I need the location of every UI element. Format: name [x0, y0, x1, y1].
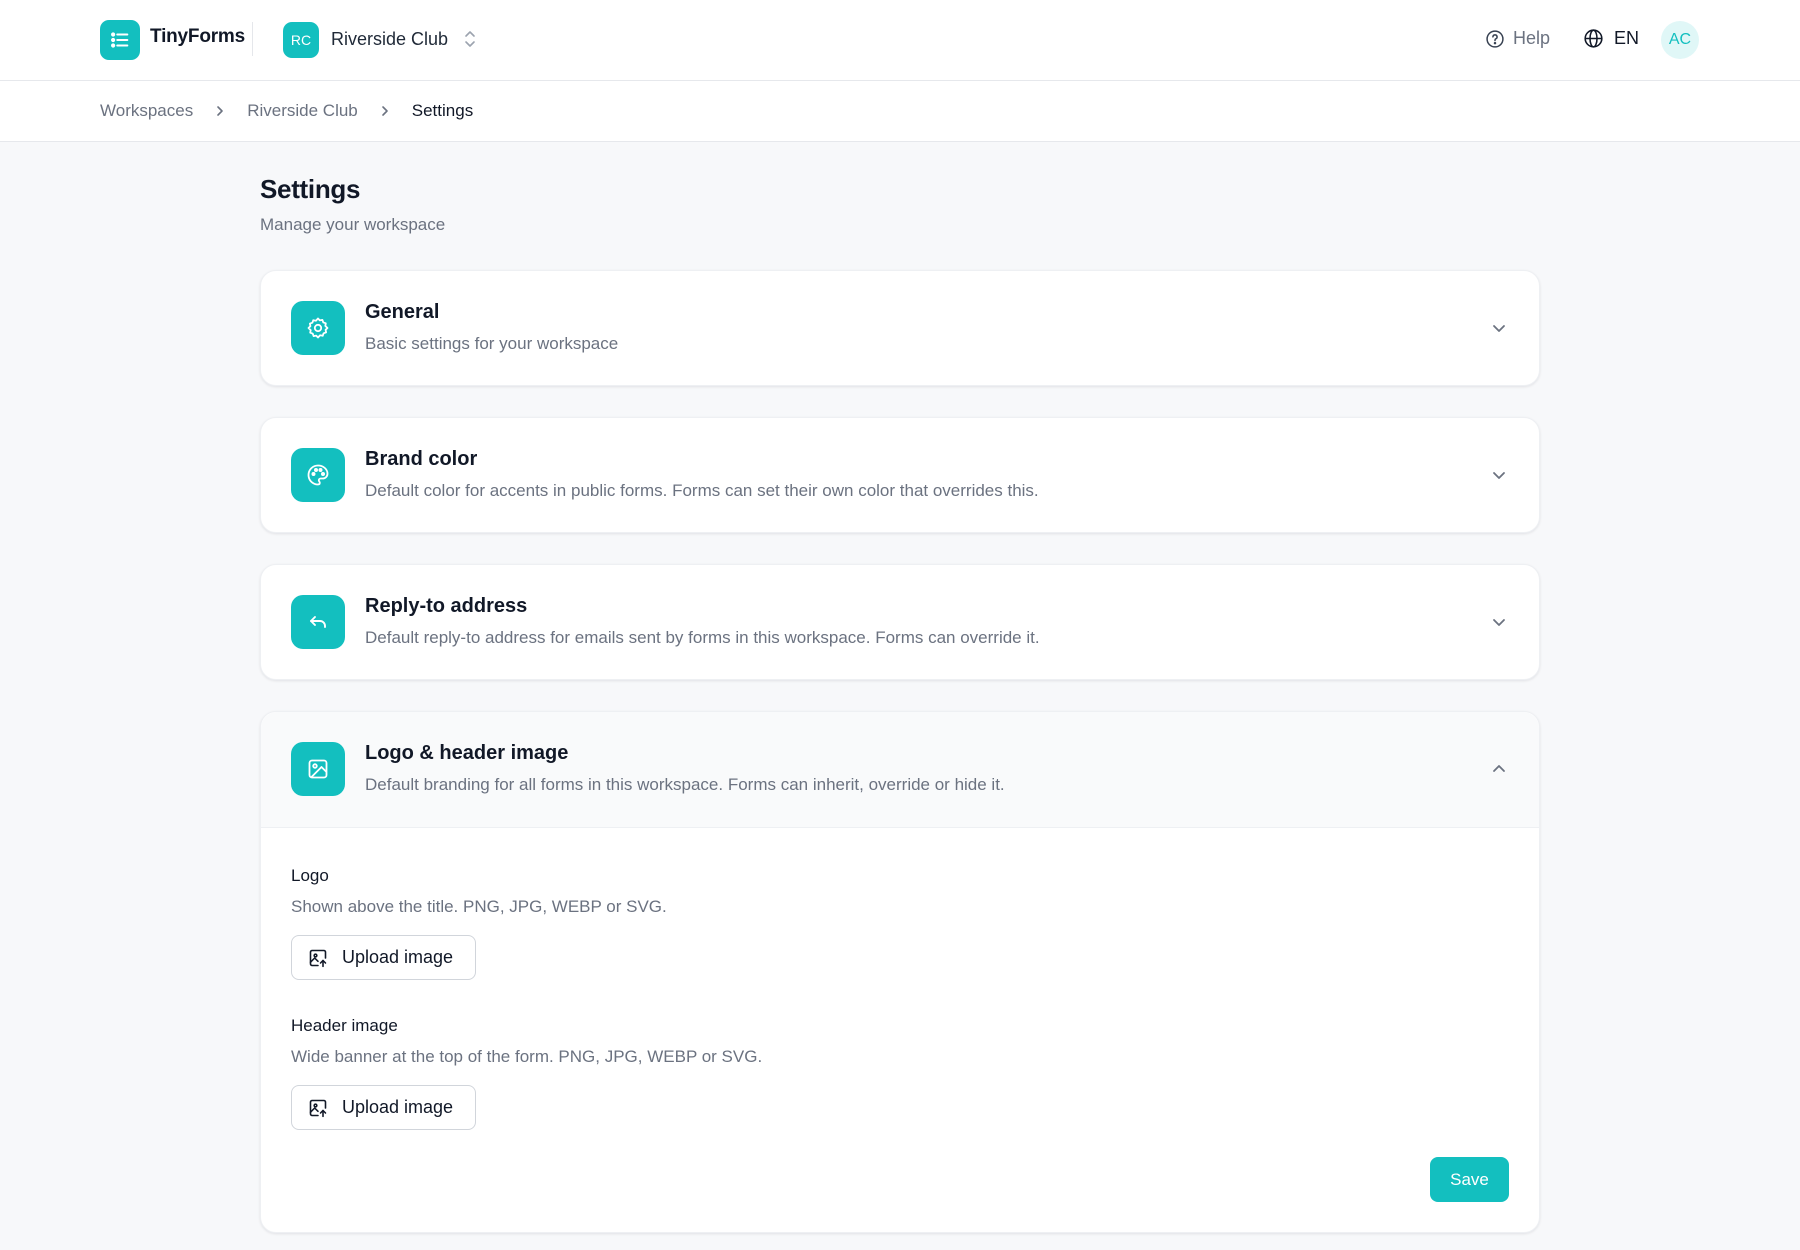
breadcrumb-bar: Workspaces Riverside Club Settings [0, 81, 1800, 142]
save-button[interactable]: Save [1430, 1157, 1509, 1202]
section-brand-color-header[interactable]: Brand color Default color for accents in… [261, 418, 1539, 534]
section-title: Reply-to address [365, 595, 528, 617]
section-description: Default branding for all forms in this w… [365, 775, 1005, 794]
section-general: General Basic settings for your workspac… [260, 270, 1540, 386]
breadcrumb-workspace[interactable]: Riverside Club [247, 101, 358, 121]
chevron-up-icon[interactable] [1489, 759, 1509, 779]
reply-arrow-icon [291, 595, 345, 649]
divider [252, 22, 253, 56]
workspace-name[interactable]: Riverside Club [331, 29, 448, 50]
help-label: Help [1513, 28, 1551, 48]
section-description: Default reply-to address for emails sent… [365, 628, 1040, 647]
section-reply-to-header[interactable]: Reply-to address Default reply-to addres… [261, 565, 1539, 681]
chevron-down-icon[interactable] [1489, 612, 1509, 632]
breadcrumb-workspaces[interactable]: Workspaces [100, 101, 193, 121]
workspace-avatar[interactable]: RC [283, 22, 319, 58]
section-brand-color: Brand color Default color for accents in… [260, 417, 1540, 533]
language-selector[interactable]: EN [1583, 28, 1639, 49]
chevron-up-down-icon[interactable] [462, 28, 478, 50]
image-upload-icon [308, 948, 328, 968]
chevron-right-icon [213, 104, 227, 118]
upload-button-label: Upload image [342, 1097, 454, 1117]
question-circle-icon [1485, 29, 1505, 49]
section-general-header[interactable]: General Basic settings for your workspac… [261, 271, 1539, 387]
section-description: Basic settings for your workspace [365, 334, 619, 353]
header-image-field-label: Header image [291, 1016, 398, 1035]
section-title: Brand color [365, 448, 478, 470]
section-description: Default color for accents in public form… [365, 481, 1039, 500]
gear-icon [291, 301, 345, 355]
image-upload-icon [308, 1098, 328, 1118]
page-title: Settings [260, 174, 361, 204]
chevron-down-icon[interactable] [1489, 318, 1509, 338]
top-bar: TinyForms RC Riverside Club Help EN AC [0, 0, 1800, 81]
upload-header-image-button[interactable]: Upload image [291, 1085, 476, 1130]
breadcrumb: Workspaces Riverside Club Settings [100, 101, 473, 121]
section-logo-header-image: Logo & header image Default branding for… [260, 711, 1540, 1233]
header-image-field-hint: Wide banner at the top of the form. PNG,… [291, 1047, 763, 1066]
app-logo[interactable] [100, 20, 140, 60]
list-icon [109, 29, 131, 51]
section-logo-header-image-header[interactable]: Logo & header image Default branding for… [261, 712, 1539, 828]
page-subtitle: Manage your workspace [260, 215, 446, 234]
logo-field-hint: Shown above the title. PNG, JPG, WEBP or… [291, 897, 667, 916]
section-reply-to: Reply-to address Default reply-to addres… [260, 564, 1540, 680]
help-link[interactable]: Help [1485, 28, 1550, 49]
chevron-right-icon [378, 104, 392, 118]
image-icon [291, 742, 345, 796]
section-title: Logo & header image [365, 742, 569, 764]
logo-field-label: Logo [291, 866, 329, 885]
section-title: General [365, 301, 440, 323]
app-name[interactable]: TinyForms [150, 26, 245, 48]
upload-button-label: Upload image [342, 947, 454, 967]
palette-icon [291, 448, 345, 502]
breadcrumb-current: Settings [411, 101, 474, 120]
user-avatar[interactable]: AC [1661, 21, 1699, 59]
chevron-down-icon[interactable] [1489, 465, 1509, 485]
upload-logo-button[interactable]: Upload image [291, 935, 476, 980]
language-label: EN [1614, 28, 1640, 48]
globe-icon [1583, 28, 1604, 49]
